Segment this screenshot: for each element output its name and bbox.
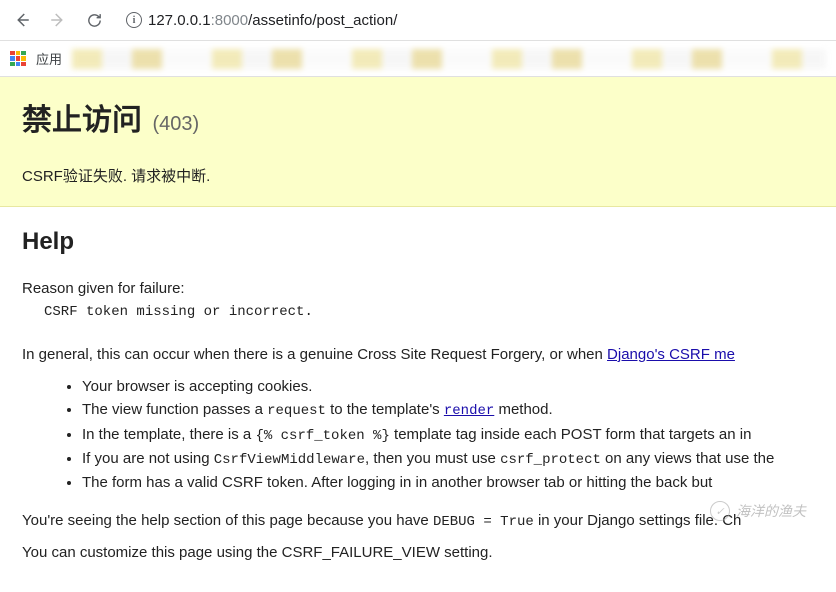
error-code: (403) xyxy=(152,113,199,135)
apps-label[interactable]: 应用 xyxy=(36,49,62,68)
watermark: ✓ 海洋的渔夫 xyxy=(710,501,806,521)
reload-button[interactable] xyxy=(80,6,108,34)
reason-label: Reason given for failure: xyxy=(22,278,814,300)
customize-paragraph: You can customize this page using the CS… xyxy=(22,542,814,564)
browser-toolbar: i 127.0.0.1:8000/assetinfo/post_action/ xyxy=(0,0,836,41)
forward-button[interactable] xyxy=(44,6,72,34)
help-bullets: Your browser is accepting cookies. The v… xyxy=(82,376,814,494)
error-message: CSRF验证失败. 请求被中断. xyxy=(22,165,814,186)
bullet-middleware: If you are not using CsrfViewMiddleware,… xyxy=(82,448,814,470)
wechat-icon: ✓ xyxy=(710,501,730,521)
render-link[interactable]: render xyxy=(444,403,494,419)
reload-icon xyxy=(86,12,103,29)
debug-paragraph: You're seeing the help section of this p… xyxy=(22,510,814,532)
arrow-left-icon xyxy=(13,11,31,29)
help-title: Help xyxy=(22,225,814,260)
url-text: 127.0.0.1:8000/assetinfo/post_action/ xyxy=(148,12,397,29)
error-summary: 禁止访问 (403) CSRF验证失败. 请求被中断. xyxy=(0,77,836,207)
django-csrf-link[interactable]: Django's CSRF me xyxy=(607,346,735,363)
bullet-request: The view function passes a request to th… xyxy=(82,399,814,421)
apps-icon[interactable] xyxy=(10,51,26,67)
general-text: In general, this can occur when there is… xyxy=(22,346,607,363)
bullet-csrf-token: In the template, there is a {% csrf_toke… xyxy=(82,424,814,446)
bullet-cookies: Your browser is accepting cookies. xyxy=(82,376,814,398)
error-heading: 禁止访问 (403) xyxy=(22,95,814,139)
reason-text: CSRF token missing or incorrect. xyxy=(44,302,814,322)
back-button[interactable] xyxy=(8,6,36,34)
arrow-right-icon xyxy=(49,11,67,29)
site-info-icon[interactable]: i xyxy=(126,12,142,28)
general-paragraph: In general, this can occur when there is… xyxy=(22,344,814,366)
error-title: 禁止访问 xyxy=(22,104,142,137)
watermark-text: 海洋的渔夫 xyxy=(736,501,806,521)
bullet-valid-token: The form has a valid CSRF token. After l… xyxy=(82,472,814,494)
help-section: Help Reason given for failure: CSRF toke… xyxy=(0,207,836,592)
bookmarks-bar: 应用 xyxy=(0,41,836,77)
address-bar[interactable]: i 127.0.0.1:8000/assetinfo/post_action/ xyxy=(116,8,828,33)
bookmarks-blurred xyxy=(72,49,826,69)
